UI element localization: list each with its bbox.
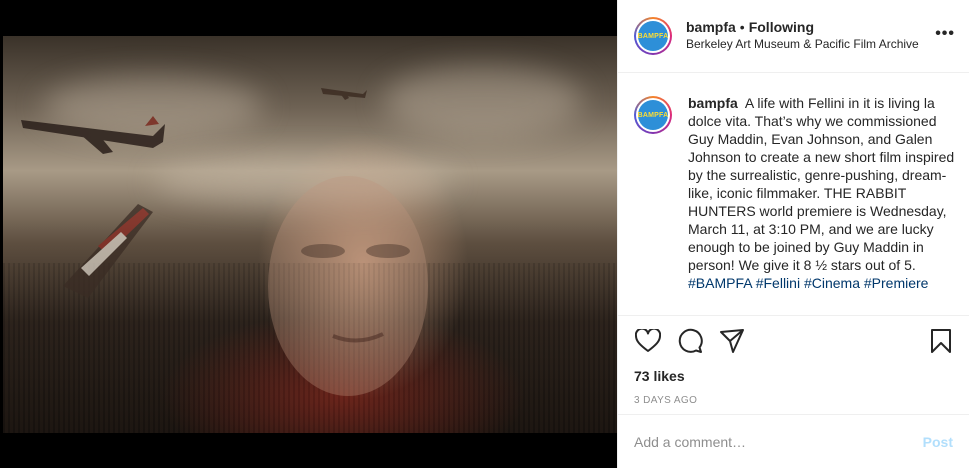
likes-count[interactable]: 73 likes bbox=[634, 368, 955, 384]
post-date[interactable]: 3 DAYS AGO bbox=[634, 395, 955, 406]
avatar-logo: BAMPFA bbox=[638, 21, 668, 51]
hashtag-link[interactable]: #Fellini bbox=[756, 275, 800, 291]
avatar-logo: BAMPFA bbox=[638, 100, 668, 130]
post-actions: 73 likes 3 DAYS AGO bbox=[618, 315, 969, 406]
add-comment-bar: Post bbox=[618, 414, 969, 468]
comment-icon[interactable] bbox=[676, 327, 704, 355]
post-media bbox=[0, 0, 617, 468]
hashtag-link[interactable]: #BAMPFA bbox=[688, 275, 752, 291]
comments-area: BAMPFA bampfa A life with Fellini in it … bbox=[618, 74, 969, 314]
caption-avatar[interactable]: BAMPFA bbox=[634, 96, 672, 134]
avatar[interactable]: BAMPFA bbox=[634, 17, 672, 55]
post-panel: BAMPFA bampfa • Following Berkeley Art Mus… bbox=[617, 0, 969, 468]
header-text: bampfa • Following Berkeley Art Museum & P… bbox=[686, 19, 935, 53]
caption: bampfa A life with Fellini in it is livi… bbox=[688, 94, 955, 314]
caption-username[interactable]: bampfa bbox=[688, 95, 738, 111]
location-link[interactable]: Berkeley Art Museum & Pacific Film Archi… bbox=[686, 36, 935, 53]
caption-text: A life with Fellini in it is living la d… bbox=[688, 95, 955, 273]
separator-dot: • bbox=[739, 19, 745, 35]
following-button[interactable]: Following bbox=[749, 19, 814, 35]
airplane-tail-icon bbox=[63, 204, 153, 298]
comment-input[interactable] bbox=[634, 433, 923, 450]
hashtag-link[interactable]: #Premiere bbox=[864, 275, 929, 291]
hashtag-link[interactable]: #Cinema bbox=[804, 275, 860, 291]
more-options-icon[interactable]: ••• bbox=[935, 25, 955, 43]
airplane-icon bbox=[21, 116, 165, 154]
post-photo[interactable] bbox=[3, 36, 617, 433]
post-header: BAMPFA bampfa • Following Berkeley Art Mus… bbox=[618, 0, 969, 73]
heart-icon[interactable] bbox=[634, 327, 662, 355]
share-icon[interactable] bbox=[718, 327, 746, 355]
airplane-icon bbox=[321, 88, 367, 100]
post-button[interactable]: Post bbox=[923, 434, 953, 450]
username-link[interactable]: bampfa bbox=[686, 19, 736, 35]
bookmark-icon[interactable] bbox=[927, 327, 955, 355]
